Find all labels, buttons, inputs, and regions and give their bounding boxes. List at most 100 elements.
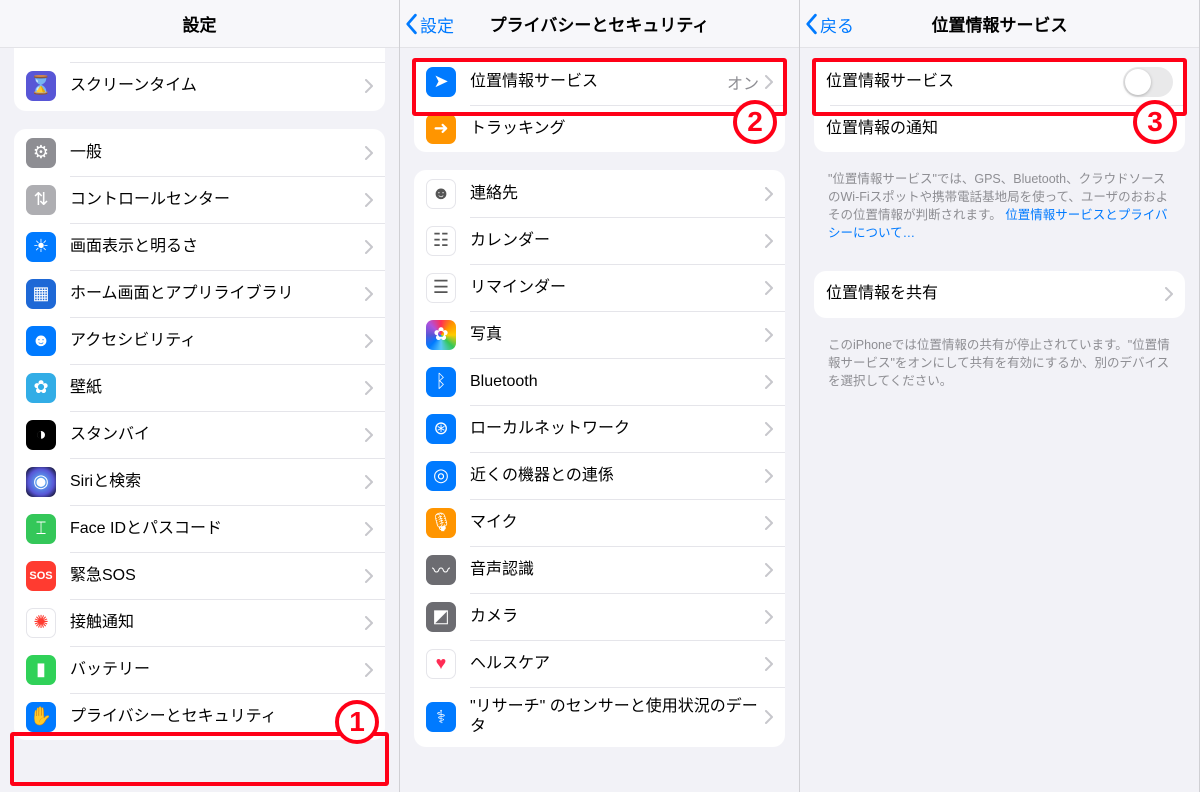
chevron-right-icon [365, 334, 373, 348]
list-row[interactable]: ⊛ローカルネットワーク [414, 405, 785, 452]
list-row[interactable]: ✋プライバシーとセキュリティ [14, 693, 385, 740]
row-label: 一般 [70, 133, 365, 173]
list-row[interactable]: 〰音声認識 [414, 546, 785, 593]
row-label: 接触通知 [70, 603, 365, 643]
back-button[interactable]: 設定 [404, 0, 454, 48]
row-label: アクセシビリティ [70, 321, 365, 361]
tracking-icon: ➜ [426, 114, 456, 144]
location-panel: 戻る 位置情報サービス 位置情報サービス 位置情報の通知 "位置情報サービス"で… [800, 0, 1200, 792]
chevron-right-icon [365, 522, 373, 536]
privacy-group-b: ☻連絡先 ☷ カレンダー ☰ リマインダー✿写真 ᛒ Bluetooth⊛ローカルネットワー… [414, 170, 785, 747]
list-row[interactable]: ◩カメラ [414, 593, 785, 640]
row-share-location[interactable]: 位置情報を共有 [814, 271, 1185, 318]
highlight-box-1 [10, 732, 389, 786]
back-button[interactable]: 戻る [804, 0, 854, 48]
list-row[interactable]: ☻連絡先 [414, 170, 785, 217]
list-row[interactable]: ☰ リマインダー [414, 264, 785, 311]
row-label: "リサーチ" のセンサーと使用状況のデータ [470, 687, 765, 747]
list-row[interactable]: ☷ カレンダー [414, 217, 785, 264]
battery-icon: ▮ [26, 655, 56, 685]
list-row[interactable]: SOS緊急SOS [14, 552, 385, 599]
list-row[interactable]: 🎙 マイク [414, 499, 785, 546]
list-row[interactable]: ◉ Siriと検索 [14, 458, 385, 505]
list-row[interactable]: ☻アクセシビリティ [14, 317, 385, 364]
virus-icon: ✺ [26, 608, 56, 638]
header: 戻る 位置情報サービス [800, 0, 1199, 48]
row-label: Bluetooth [470, 362, 765, 402]
location-group-a: 位置情報サービス 位置情報の通知 [814, 58, 1185, 152]
row-location-alerts[interactable]: 位置情報の通知 [814, 105, 1185, 152]
chevron-right-icon [765, 563, 773, 577]
privacy-panel: 設定 プライバシーとセキュリティ ➤位置情報サービスオン ➜ トラッキング ☻連絡先… [400, 0, 800, 792]
chevron-right-icon [365, 569, 373, 583]
list-row[interactable]: ᛒ Bluetooth [414, 358, 785, 405]
clock-icon: ◑ [26, 420, 56, 450]
location-services-toggle[interactable] [1123, 67, 1173, 97]
chevron-right-icon [765, 710, 773, 724]
row-label: マイク [470, 503, 765, 543]
page-title: 設定 [183, 11, 217, 36]
row-partial-hidden[interactable] [14, 48, 385, 62]
share-footnote: このiPhoneでは位置情報の共有が停止されています。"位置情報サービス"をオン… [828, 336, 1171, 390]
chevron-right-icon [1165, 122, 1173, 136]
header: 設定 [0, 0, 399, 48]
speech-icon: 〰 [426, 555, 456, 585]
list-row[interactable]: ♥ ヘルスケア [414, 640, 785, 687]
chevron-right-icon [765, 187, 773, 201]
list-row[interactable]: ⚕ "リサーチ" のセンサーと使用状況のデータ [414, 687, 785, 747]
list-row[interactable]: ✺ 接触通知 [14, 599, 385, 646]
row-label: トラッキング [470, 109, 765, 149]
list-row[interactable]: ✿壁紙 [14, 364, 385, 411]
list-row[interactable]: ☀︎画面表示と明るさ [14, 223, 385, 270]
header: 設定 プライバシーとセキュリティ [400, 0, 799, 48]
brightness-icon: ☀︎ [26, 232, 56, 262]
bluetooth-icon: ᛒ [426, 367, 456, 397]
row-label: 位置情報を共有 [826, 274, 1165, 314]
mic-icon: 🎙 [426, 508, 456, 538]
partial-group: ⌛ スクリーンタイム [14, 48, 385, 111]
calendar-icon: ☷ [426, 226, 456, 256]
row-location-toggle[interactable]: 位置情報サービス [814, 58, 1185, 105]
list-row[interactable]: ⇅コントロールセンター [14, 176, 385, 223]
row-label: 位置情報サービス [470, 62, 727, 102]
row-label: Face IDとパスコード [70, 509, 365, 549]
list-row[interactable]: ✿写真 [414, 311, 785, 358]
camera-icon: ◩ [426, 602, 456, 632]
chevron-right-icon [765, 516, 773, 530]
list-row[interactable]: ◑スタンバイ [14, 411, 385, 458]
list-row[interactable]: ⚙︎一般 [14, 129, 385, 176]
reminders-icon: ☰ [426, 273, 456, 303]
list-row[interactable]: ➜ トラッキング [414, 105, 785, 152]
network-icon: ⊛ [426, 414, 456, 444]
row-screen-time[interactable]: ⌛ スクリーンタイム [14, 62, 385, 109]
chevron-right-icon [365, 616, 373, 630]
health-icon: ♥ [426, 649, 456, 679]
row-label: バッテリー [70, 650, 365, 690]
back-label: 設定 [420, 12, 454, 37]
chevron-right-icon [365, 663, 373, 677]
switches-icon: ⇅ [26, 185, 56, 215]
chevron-right-icon [765, 610, 773, 624]
siri-icon: ◉ [26, 467, 56, 497]
row-label: カレンダー [470, 221, 765, 261]
row-label: ヘルスケア [470, 644, 765, 684]
list-row[interactable]: ▦ホーム画面とアプリライブラリ [14, 270, 385, 317]
chevron-right-icon [765, 422, 773, 436]
hourglass-icon: ⌛ [26, 71, 56, 101]
chevron-right-icon [365, 381, 373, 395]
chevron-right-icon [765, 328, 773, 342]
chevron-right-icon [765, 234, 773, 248]
list-row[interactable]: ⌶Face IDとパスコード [14, 505, 385, 552]
settings-panel: 設定 ⌛ スクリーンタイム ⚙︎一般⇅コントロールセンター☀︎画面表示と明るさ▦… [0, 0, 400, 792]
row-label: リマインダー [470, 268, 765, 308]
chevron-right-icon [365, 428, 373, 442]
list-row[interactable]: ➤位置情報サービスオン [414, 58, 785, 105]
list-row[interactable]: ◎近くの機器との連係 [414, 452, 785, 499]
row-label: Siriと検索 [70, 462, 365, 502]
settings-group: ⚙︎一般⇅コントロールセンター☀︎画面表示と明るさ▦ホーム画面とアプリライブラリ… [14, 129, 385, 740]
location-footnote: "位置情報サービス"では、GPS、Bluetooth、クラウドソースのWi-Fi… [828, 170, 1171, 243]
page-title: プライバシーとセキュリティ [490, 11, 710, 36]
chevron-right-icon [365, 193, 373, 207]
research-icon: ⚕ [426, 702, 456, 732]
list-row[interactable]: ▮ バッテリー [14, 646, 385, 693]
